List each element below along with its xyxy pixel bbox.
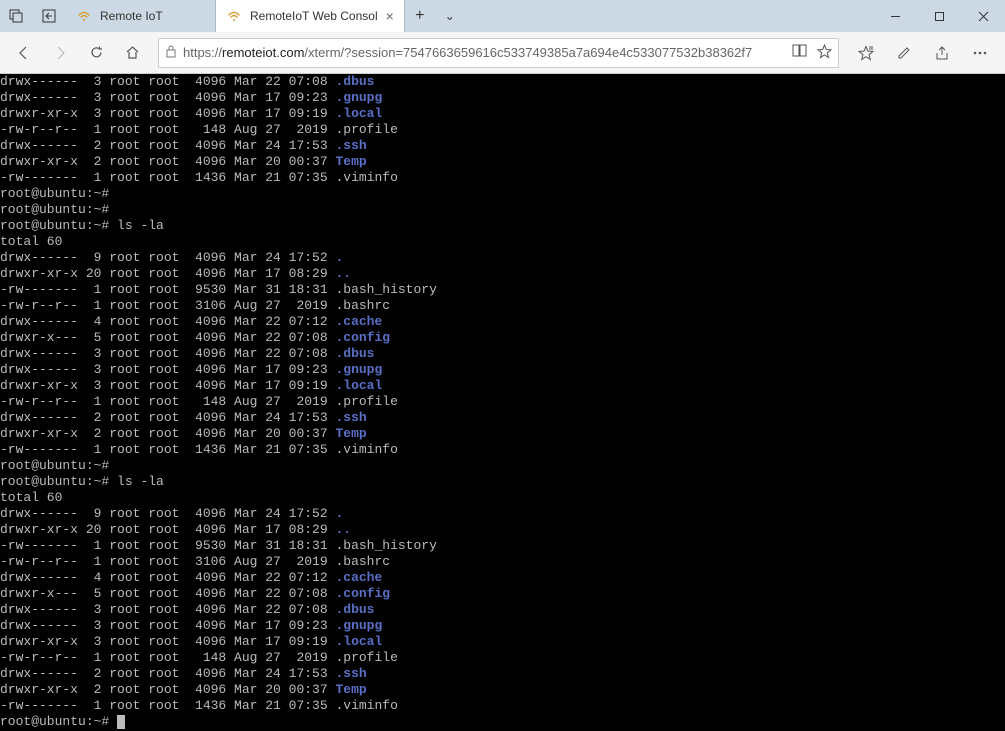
prompt-line: root@ubuntu:~# [0,458,1005,474]
home-button[interactable] [116,37,148,69]
ls-row: drwx------ 3 root root 4096 Mar 17 09:23… [0,618,1005,634]
ls-row: drwxr-xr-x 20 root root 4096 Mar 17 08:2… [0,266,1005,282]
set-aside-button[interactable] [33,0,65,32]
ls-row: drwx------ 3 root root 4096 Mar 17 09:23… [0,90,1005,106]
ls-row: drwxr-x--- 5 root root 4096 Mar 22 07:08… [0,330,1005,346]
prompt-line: root@ubuntu:~# [0,714,1005,730]
recent-activity-button[interactable] [0,0,32,32]
tab-label: RemoteIoT Web Consol [250,9,378,23]
ls-row: -rw-r--r-- 1 root root 3106 Aug 27 2019 … [0,298,1005,314]
close-window-button[interactable] [961,0,1005,32]
ls-row: drwx------ 3 root root 4096 Mar 17 09:23… [0,362,1005,378]
total-line: total 60 [0,234,1005,250]
prompt-line: root@ubuntu:~# ls -la [0,474,1005,490]
ls-row: drwx------ 3 root root 4096 Mar 22 07:08… [0,602,1005,618]
ls-row: -rw------- 1 root root 1436 Mar 21 07:35… [0,698,1005,714]
tab-web-console[interactable]: RemoteIoT Web Consol × [216,0,405,32]
ls-row: drwxr-xr-x 3 root root 4096 Mar 17 09:19… [0,378,1005,394]
ls-row: drwx------ 4 root root 4096 Mar 22 07:12… [0,570,1005,586]
tab-chevron-button[interactable]: ⌄ [435,0,465,32]
ls-row: drwx------ 3 root root 4096 Mar 22 07:08… [0,346,1005,362]
favorites-button[interactable] [849,37,883,69]
prompt-line: root@ubuntu:~# [0,186,1005,202]
url-actions [792,44,832,62]
prompt-line: root@ubuntu:~# ls -la [0,218,1005,234]
minimize-button[interactable] [873,0,917,32]
close-icon[interactable]: × [386,8,394,24]
wifi-icon [226,8,242,24]
ls-row: -rw-r--r-- 1 root root 3106 Aug 27 2019 … [0,554,1005,570]
ls-row: -rw-r--r-- 1 root root 148 Aug 27 2019 .… [0,394,1005,410]
ls-row: -rw-r--r-- 1 root root 148 Aug 27 2019 .… [0,122,1005,138]
tab-strip: Remote IoT RemoteIoT Web Consol × + ⌄ [66,0,873,32]
tab-label: Remote IoT [100,9,163,23]
ls-row: -rw------- 1 root root 9530 Mar 31 18:31… [0,538,1005,554]
ls-row: drwx------ 2 root root 4096 Mar 24 17:53… [0,410,1005,426]
favorite-icon[interactable] [817,44,832,62]
notes-button[interactable] [887,37,921,69]
prompt-line: root@ubuntu:~# [0,202,1005,218]
more-button[interactable] [963,37,997,69]
ls-row: drwx------ 9 root root 4096 Mar 24 17:52… [0,506,1005,522]
share-button[interactable] [925,37,959,69]
titlebar: Remote IoT RemoteIoT Web Consol × + ⌄ [0,0,1005,32]
ls-row: drwx------ 2 root root 4096 Mar 24 17:53… [0,138,1005,154]
forward-button[interactable] [44,37,76,69]
ls-row: drwxr-xr-x 2 root root 4096 Mar 20 00:37… [0,682,1005,698]
ls-row: drwxr-xr-x 3 root root 4096 Mar 17 09:19… [0,106,1005,122]
ls-row: drwx------ 3 root root 4096 Mar 22 07:08… [0,74,1005,90]
back-button[interactable] [8,37,40,69]
ls-row: drwxr-x--- 5 root root 4096 Mar 22 07:08… [0,586,1005,602]
ls-row: drwxr-xr-x 3 root root 4096 Mar 17 09:19… [0,634,1005,650]
window-controls [873,0,1005,32]
terminal[interactable]: drwx------ 3 root root 4096 Mar 22 07:08… [0,74,1005,731]
refresh-button[interactable] [80,37,112,69]
tab-remote-iot[interactable]: Remote IoT [66,0,216,32]
ls-row: drwxr-xr-x 2 root root 4096 Mar 20 00:37… [0,426,1005,442]
new-tab-button[interactable]: + [405,0,435,32]
reading-view-icon[interactable] [792,44,807,62]
ls-row: -rw------- 1 root root 9530 Mar 31 18:31… [0,282,1005,298]
maximize-button[interactable] [917,0,961,32]
url-input[interactable]: https://remoteiot.com/xterm/?session=754… [158,38,839,68]
lock-icon [165,44,177,61]
ls-row: drwxr-xr-x 20 root root 4096 Mar 17 08:2… [0,522,1005,538]
cursor [117,715,125,729]
address-bar: https://remoteiot.com/xterm/?session=754… [0,32,1005,74]
ls-row: drwx------ 9 root root 4096 Mar 24 17:52… [0,250,1005,266]
ls-row: -rw-r--r-- 1 root root 148 Aug 27 2019 .… [0,650,1005,666]
total-line: total 60 [0,490,1005,506]
ls-row: drwx------ 4 root root 4096 Mar 22 07:12… [0,314,1005,330]
titlebar-left [0,0,66,32]
wifi-icon [76,8,92,24]
ls-row: -rw------- 1 root root 1436 Mar 21 07:35… [0,442,1005,458]
ls-row: drwx------ 2 root root 4096 Mar 24 17:53… [0,666,1005,682]
url-text: https://remoteiot.com/xterm/?session=754… [183,45,752,60]
ls-row: -rw------- 1 root root 1436 Mar 21 07:35… [0,170,1005,186]
toolbar-right [849,37,997,69]
ls-row: drwxr-xr-x 2 root root 4096 Mar 20 00:37… [0,154,1005,170]
